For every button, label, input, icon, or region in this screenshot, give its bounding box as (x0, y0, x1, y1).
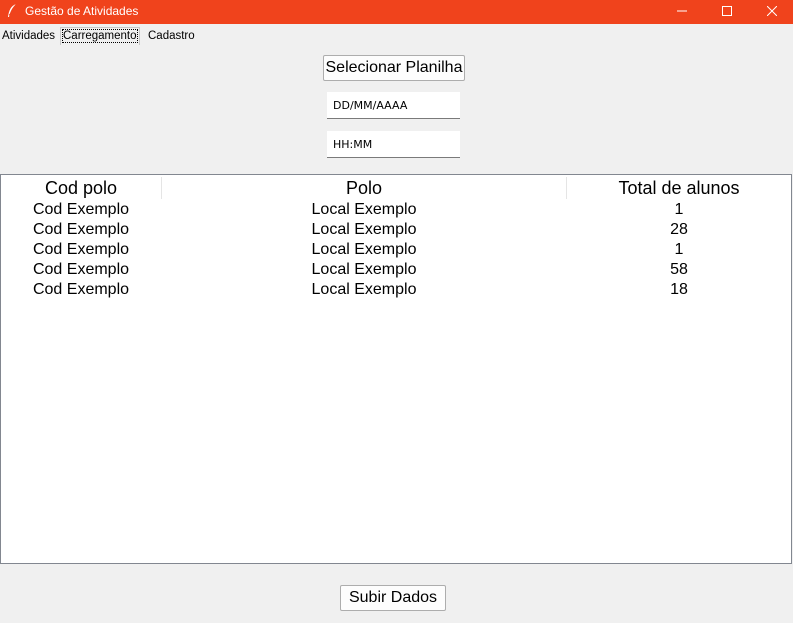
cell-cod-polo: Cod Exemplo (32, 281, 130, 298)
table-row[interactable]: Cod Exemplo Local Exemplo 58 (1, 260, 791, 280)
minimize-button[interactable] (659, 0, 705, 22)
tab-atividades[interactable]: Atividades (0, 29, 57, 44)
column-header-total-alunos[interactable]: Total de alunos (567, 175, 791, 201)
time-field[interactable]: HH:MM (327, 131, 460, 158)
cell-total-alunos: 58 (670, 261, 688, 278)
data-table[interactable]: Cod polo Polo Total de alunos Cod Exempl… (0, 174, 792, 564)
cell-total-alunos: 28 (670, 221, 688, 238)
column-header-cod-polo[interactable]: Cod polo (1, 175, 161, 201)
cell-polo: Local Exemplo (311, 221, 417, 238)
cell-polo: Local Exemplo (311, 281, 417, 298)
cell-cod-polo: Cod Exemplo (32, 261, 130, 278)
maximize-button[interactable] (704, 0, 750, 22)
date-field[interactable]: DD/MM/AAAA (327, 92, 460, 119)
title-bar[interactable]: Gestão de Atividades (0, 0, 793, 24)
table-row[interactable]: Cod Exemplo Local Exemplo 18 (1, 280, 791, 300)
tab-carregamento-label: Carregamento (62, 29, 138, 43)
tab-carregamento[interactable]: Carregamento (60, 27, 140, 45)
select-spreadsheet-button[interactable]: Selecionar Planilha (323, 55, 465, 81)
tab-cadastro[interactable]: Cadastro (146, 29, 197, 44)
window-title: Gestão de Atividades (25, 4, 139, 18)
submit-data-button[interactable]: Subir Dados (340, 585, 446, 611)
table-row[interactable]: Cod Exemplo Local Exemplo 28 (1, 220, 791, 240)
table-row[interactable]: Cod Exemplo Local Exemplo 1 (1, 240, 791, 260)
cell-cod-polo: Cod Exemplo (32, 241, 130, 258)
cell-cod-polo: Cod Exemplo (32, 201, 130, 218)
table-row[interactable]: Cod Exemplo Local Exemplo 1 (1, 200, 791, 220)
cell-polo: Local Exemplo (311, 201, 417, 218)
cell-polo: Local Exemplo (311, 261, 417, 278)
cell-total-alunos: 1 (674, 201, 684, 218)
maximize-icon (722, 6, 732, 16)
minimize-icon (677, 10, 687, 12)
cell-cod-polo: Cod Exemplo (32, 221, 130, 238)
close-button[interactable] (749, 0, 793, 22)
cell-total-alunos: 1 (674, 241, 684, 258)
feather-icon (8, 3, 17, 17)
cell-polo: Local Exemplo (311, 241, 417, 258)
close-icon (767, 6, 777, 16)
cell-total-alunos: 18 (670, 281, 688, 298)
column-header-polo[interactable]: Polo (162, 175, 566, 201)
